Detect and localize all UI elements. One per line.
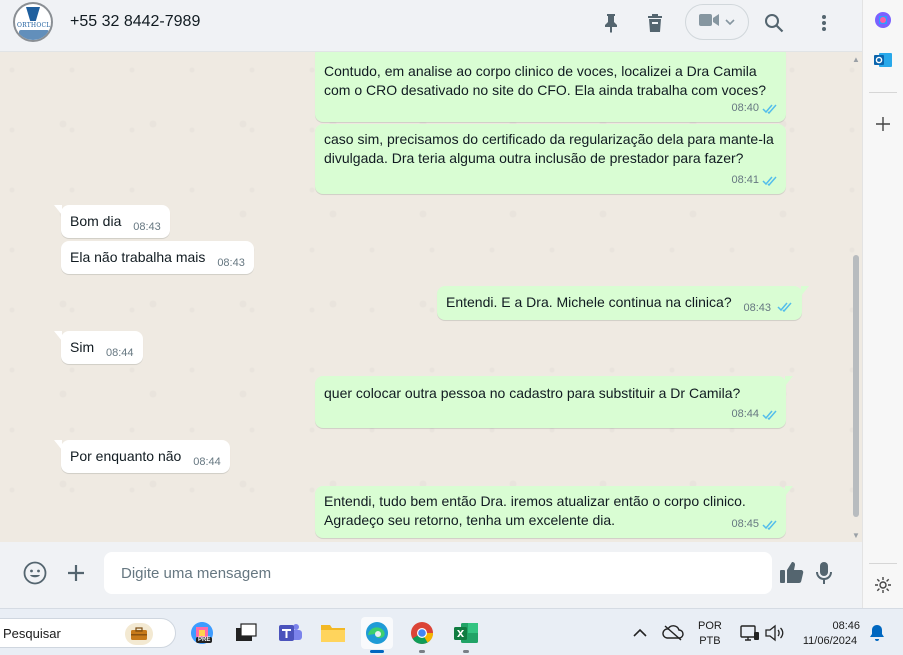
chrome-icon[interactable] [406, 617, 438, 653]
message-meta: 08:40 [731, 99, 778, 118]
menu-kebab-icon[interactable] [811, 10, 837, 36]
message-outgoing[interactable]: quer colocar outra pessoa no cadastro pa… [315, 376, 793, 428]
read-ticks-icon [762, 176, 777, 186]
active-app-indicator [370, 650, 384, 653]
whatsapp-window: ORTHOCLIN +55 32 8442-7989 Contudo, e [0, 0, 862, 608]
message-time: 08:45 [731, 518, 759, 530]
logo-banner [19, 30, 49, 40]
delete-icon[interactable] [642, 10, 668, 36]
running-app-indicator [419, 650, 425, 653]
message-composer [0, 542, 862, 608]
message-text: Sim [70, 339, 95, 355]
read-ticks-icon [762, 104, 777, 114]
clock-date: 11/06/2024 [802, 635, 858, 647]
message-incoming[interactable]: Bom dia 08:43 [54, 205, 170, 238]
browser-side-panel [862, 0, 903, 608]
read-ticks-icon [777, 302, 792, 313]
message-incoming[interactable]: Sim 08:44 [54, 331, 143, 364]
message-meta: 08:45 [731, 515, 778, 534]
message-text: caso sim, precisamos do certificado da r… [324, 131, 774, 166]
message-input[interactable] [104, 552, 772, 594]
message-time: 08:44 [731, 408, 759, 420]
clock-time: 08:46 [832, 620, 860, 632]
message-text: quer colocar outra pessoa no cadastro pa… [324, 385, 741, 401]
message-time: 08:43 [217, 257, 245, 269]
message-meta: 08:41 [731, 171, 778, 190]
message-list[interactable]: Contudo, em analise ao corpo clinico de … [0, 52, 862, 542]
contact-name[interactable]: +55 32 8442-7989 [70, 13, 200, 31]
video-call-button[interactable] [685, 4, 749, 40]
chat-header: ORTHOCLIN +55 32 8442-7989 [0, 0, 862, 52]
logo-mark [26, 7, 40, 21]
scroll-down-arrow-icon[interactable]: ▼ [852, 531, 860, 540]
edge-browser-icon[interactable] [361, 617, 393, 653]
windows-taskbar: Pesquisar PRE POR PTB 08:46 11/06/2024 [0, 608, 903, 655]
copilot-icon[interactable] [871, 8, 895, 32]
emoji-icon[interactable] [22, 560, 48, 586]
input-language-indicator[interactable]: POR PTB [698, 619, 722, 649]
network-display-icon[interactable] [738, 617, 762, 649]
search-highlight-briefcase-icon[interactable] [125, 623, 153, 645]
taskbar-search[interactable]: Pesquisar [0, 618, 176, 648]
system-clock[interactable]: 08:46 11/06/2024 [798, 619, 862, 649]
message-time: 08:41 [731, 174, 759, 186]
thumbs-up-icon[interactable] [779, 559, 805, 585]
message-time: 08:43 [133, 221, 161, 233]
language-code: POR [698, 620, 722, 632]
volume-icon[interactable] [762, 617, 786, 649]
message-outgoing[interactable]: caso sim, precisamos do certificado da r… [315, 124, 786, 194]
message-text: Ela não trabalha mais [70, 249, 206, 265]
search-icon[interactable] [761, 10, 787, 36]
contact-avatar[interactable]: ORTHOCLIN [13, 2, 53, 42]
side-divider [869, 92, 897, 93]
settings-gear-icon[interactable] [871, 573, 895, 597]
message-text: Por enquanto não [70, 448, 182, 464]
message-time: 08:40 [731, 102, 759, 114]
microphone-icon[interactable] [811, 560, 837, 586]
teams-icon[interactable] [274, 617, 306, 649]
read-ticks-icon [762, 520, 777, 530]
message-text: Contudo, em analise ao corpo clinico de … [324, 63, 766, 98]
message-incoming[interactable]: Ela não trabalha mais 08:43 [61, 241, 254, 274]
message-time: 08:44 [193, 456, 221, 468]
outlook-icon[interactable] [871, 48, 895, 72]
keyboard-layout-code: PTB [699, 635, 721, 647]
add-icon[interactable] [871, 112, 895, 136]
onedrive-offline-icon[interactable] [660, 617, 686, 649]
message-outgoing[interactable]: Contudo, em analise ao corpo clinico de … [315, 52, 786, 122]
running-app-indicator [463, 650, 469, 653]
scrollbar[interactable]: ▲ ▼ [849, 52, 862, 542]
copilot-pre-badge: PRE [196, 637, 213, 643]
scrollbar-thumb[interactable] [853, 255, 859, 517]
message-time: 08:43 [743, 302, 772, 314]
task-view-icon[interactable] [230, 617, 262, 649]
message-time: 08:44 [106, 347, 134, 359]
file-explorer-icon[interactable] [317, 617, 349, 649]
logo-text: ORTHOCLIN [17, 22, 53, 29]
notification-bell-icon[interactable] [866, 617, 888, 649]
message-outgoing[interactable]: Entendi. E a Dra. Michele continua na cl… [437, 286, 809, 320]
read-ticks-icon [762, 410, 777, 420]
pin-icon[interactable] [598, 10, 624, 36]
chevron-down-icon [725, 13, 735, 31]
attach-plus-icon[interactable] [63, 560, 89, 586]
copilot-taskbar-icon[interactable]: PRE [186, 617, 218, 649]
side-divider [869, 563, 897, 564]
tray-overflow-chevron-up-icon[interactable] [628, 617, 652, 649]
message-incoming[interactable]: Por enquanto não 08:44 [54, 440, 230, 473]
message-meta: 08:44 [731, 405, 778, 424]
message-text: Entendi, tudo bem então Dra. iremos atua… [324, 493, 746, 528]
message-outgoing[interactable]: Entendi, tudo bem então Dra. iremos atua… [315, 486, 793, 538]
taskbar-search-placeholder: Pesquisar [3, 626, 61, 641]
scroll-up-arrow-icon[interactable]: ▲ [852, 55, 860, 64]
excel-icon[interactable] [450, 617, 482, 653]
video-camera-icon [699, 13, 719, 32]
message-text: Bom dia [70, 213, 122, 229]
message-text: Entendi. E a Dra. Michele continua na cl… [446, 294, 732, 310]
